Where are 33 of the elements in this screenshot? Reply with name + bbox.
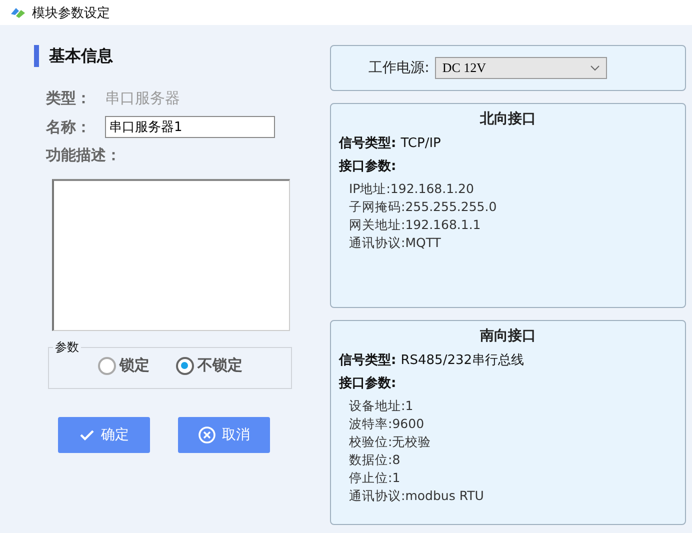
name-label: 名称： — [46, 118, 91, 136]
window-title: 模块参数设定 — [32, 4, 110, 22]
check-icon — [79, 428, 95, 442]
param-line: 设备地址:1 — [349, 397, 414, 415]
param-line: 通讯协议:modbus RTU — [349, 487, 485, 505]
param-line: 波特率:9600 — [349, 415, 426, 433]
description-label: 功能描述： — [46, 146, 121, 165]
param-line: 停止位:1 — [349, 469, 402, 487]
param-line: 数据位:8 — [349, 451, 402, 469]
param-line: IP地址:192.168.1.20 — [349, 180, 475, 198]
type-value: 串口服务器 — [105, 89, 180, 108]
signal-type: 信号类型: TCP/IP — [339, 135, 442, 152]
close-icon — [198, 426, 216, 444]
params-label: 接口参数: — [339, 374, 398, 392]
panel-title: 北向接口 — [478, 110, 537, 128]
param-line: 子网掩码:255.255.255.0 — [349, 198, 498, 216]
param-line: 网关地址:192.168.1.1 — [349, 216, 482, 234]
param-line: 校验位:无校验 — [349, 433, 432, 451]
panel-title: 南向接口 — [479, 327, 537, 345]
group-legend: 参数 — [53, 339, 81, 356]
app-logo-icon — [10, 6, 26, 20]
param-line: 通讯协议:MQTT — [349, 234, 442, 252]
section-heading: 基本信息 — [34, 45, 292, 67]
power-label: 工作电源: — [368, 59, 430, 77]
chevron-icon — [590, 65, 600, 71]
radio-option[interactable]: 锁定 — [98, 356, 150, 375]
power-select[interactable]: DC 12V — [435, 57, 608, 79]
description-field[interactable] — [52, 179, 290, 331]
params-label: 接口参数: — [339, 158, 398, 175]
radio-option[interactable]: 不锁定 — [176, 356, 242, 375]
type-label: 类型： — [46, 89, 91, 108]
signal-type: 信号类型: RS485/232串行总线 — [339, 352, 526, 369]
name-field[interactable]: 串口服务器1 — [105, 116, 275, 138]
